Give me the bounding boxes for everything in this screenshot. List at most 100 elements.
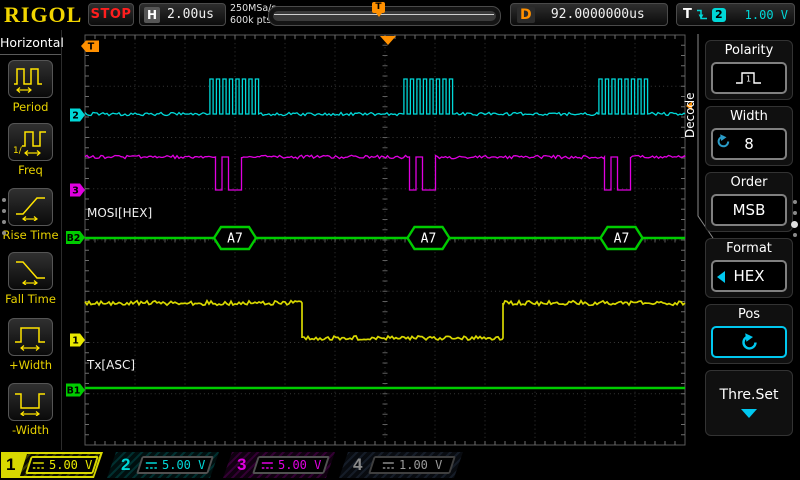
menu-item-threshold-set[interactable]: Thre.Set xyxy=(705,370,793,436)
measure-rise-time-button[interactable] xyxy=(8,188,53,226)
channel-1-scale-box: 5.00 V xyxy=(25,456,99,474)
trigger-position-tag[interactable]: T xyxy=(372,2,385,17)
order-value-box: MSB xyxy=(711,194,787,226)
channel-1-scale: 5.00 V xyxy=(48,458,93,472)
channel-1-number: 1 xyxy=(6,455,16,474)
channel-4-scale-box: 1.00 V xyxy=(368,456,456,474)
trigger-badge: T xyxy=(683,7,692,22)
page-dot xyxy=(2,220,6,224)
plus-width-icon xyxy=(14,327,45,351)
rigol-logo: RIGOL xyxy=(4,2,83,27)
page-dot xyxy=(2,198,6,202)
memory-waveform-preview xyxy=(273,11,496,21)
menu-item-format[interactable]: Format HEX xyxy=(705,238,793,298)
measure-freq-label: Freq xyxy=(18,163,43,177)
timebase-value: 2.00us xyxy=(167,7,214,22)
measure-category-title[interactable]: Horizontal xyxy=(0,35,64,55)
menu-page-dot xyxy=(793,233,797,237)
positive-pulse-icon: 1 xyxy=(736,72,761,84)
width-value: 8 xyxy=(744,135,754,153)
width-label: Width xyxy=(730,109,768,124)
channel-marker-label: B1 xyxy=(67,386,81,397)
minus-width-icon xyxy=(14,393,45,416)
measure-neg-width-button[interactable] xyxy=(8,383,53,421)
measure-fall-time-button[interactable] xyxy=(8,252,53,290)
measure-rise-time-label: Rise Time xyxy=(2,228,59,242)
channel-1-status[interactable]: 1 5.00 V xyxy=(1,452,103,478)
measure-pos-width-button[interactable] xyxy=(8,318,53,356)
order-label: Order xyxy=(730,175,768,190)
channel-3-scale: 5.00 V xyxy=(277,458,322,472)
channel-3-status[interactable]: 3 5.00 V xyxy=(223,452,335,478)
channel-status-bar: 1 5.00 V 2 5.00 V 3 5.00 V 4 1.00 V xyxy=(0,450,800,480)
polarity-label: Polarity xyxy=(724,43,774,58)
h-badge: H xyxy=(144,6,160,23)
decode-tab-label: Decode xyxy=(683,92,697,138)
select-left-arrow-icon xyxy=(717,271,725,283)
channel-2-scale-box: 5.00 V xyxy=(136,456,214,474)
rotate-knob-cyan-icon xyxy=(741,332,757,350)
freq-icon: 1/ xyxy=(13,131,46,156)
measure-period-button[interactable] xyxy=(8,60,53,98)
svg-text:1/: 1/ xyxy=(13,146,23,156)
dc-coupling-icon xyxy=(145,461,158,470)
measure-neg-width-label: -Width xyxy=(11,423,50,437)
memory-position-strip[interactable]: T xyxy=(268,2,501,26)
bus1-label: Tx[ASC] xyxy=(86,358,135,372)
measure-period-label: Period xyxy=(12,100,49,114)
expand-down-arrow-icon xyxy=(741,409,757,418)
threshold-set-label: Thre.Set xyxy=(719,387,779,403)
oscilloscope-screen: RIGOL STOP H 2.00us 250MSa/s 600k pts T … xyxy=(0,0,800,480)
measure-pos-width-label: +Width xyxy=(8,358,53,372)
menu-item-polarity[interactable]: Polarity 1 xyxy=(705,40,793,100)
pos-value-box xyxy=(711,326,787,358)
menu-page-dot-current xyxy=(791,221,798,228)
width-value-box: 8 xyxy=(711,128,787,160)
channel-4-number: 4 xyxy=(353,455,363,474)
trigger-level-value: 1.00 V xyxy=(744,7,788,22)
channel-2-scale: 5.00 V xyxy=(161,458,206,472)
dc-coupling-icon xyxy=(261,461,274,470)
channel-marker-label: 2 xyxy=(72,111,79,122)
decode-value: A7 xyxy=(421,232,437,247)
channel-marker-label: 3 xyxy=(72,186,79,197)
channel-2-status[interactable]: 2 5.00 V xyxy=(107,452,219,478)
measure-freq-button[interactable]: 1/ xyxy=(8,123,53,161)
order-value: MSB xyxy=(732,201,766,219)
measure-fall-time-label: Fall Time xyxy=(5,292,56,306)
fall-time-icon xyxy=(15,261,45,285)
menu-item-order[interactable]: Order MSB xyxy=(705,172,793,232)
decode-menu: Decode Polarity 1 Width 8 Order MSB Form… xyxy=(683,30,800,450)
dc-coupling-icon xyxy=(382,461,395,470)
channel-3-scale-box: 5.00 V xyxy=(252,456,330,474)
bus2-label: MOSI[HEX] xyxy=(87,206,152,220)
menu-item-width[interactable]: Width 8 xyxy=(705,106,793,166)
channel-marker-label: B2 xyxy=(67,233,81,244)
channel-marker-label: 1 xyxy=(72,336,79,347)
channel-4-scale: 1.00 V xyxy=(398,458,443,472)
delay-badge: D xyxy=(517,6,535,23)
trigger-flag-label: T xyxy=(88,42,95,53)
channel-4-status[interactable]: 4 1.00 V xyxy=(339,452,463,478)
rise-time-icon xyxy=(15,197,45,221)
trigger-source-badge: 2 xyxy=(711,7,726,22)
format-value: HEX xyxy=(733,267,765,285)
channel-2-number: 2 xyxy=(121,455,131,474)
menu-item-pos[interactable]: Pos xyxy=(705,304,793,364)
page-dot xyxy=(2,231,6,235)
rotate-knob-icon xyxy=(717,134,730,148)
measure-sidebar: Horizontal Period 1/ Freq Rise Time Fall… xyxy=(0,30,64,450)
menu-page-dot xyxy=(793,200,797,204)
decode-value: A7 xyxy=(614,232,630,247)
run-stop-status[interactable]: STOP xyxy=(88,3,134,26)
trigger-slope-falling-icon xyxy=(696,9,707,20)
delay-box: D 92.0000000us xyxy=(510,3,668,26)
pos-label: Pos xyxy=(737,307,761,322)
waveform-display: MOSI[HEX] A7 A7 A7 Tx[ASC] 2 3 B2 1 B1 T xyxy=(66,34,692,446)
polarity-value-box: 1 xyxy=(711,62,787,94)
menu-page-dot xyxy=(793,211,797,215)
channel-3-number: 3 xyxy=(237,455,247,474)
decode-value: A7 xyxy=(227,232,243,247)
top-status-bar: RIGOL STOP H 2.00us 250MSa/s 600k pts T … xyxy=(0,0,800,30)
dc-coupling-icon xyxy=(32,461,45,470)
